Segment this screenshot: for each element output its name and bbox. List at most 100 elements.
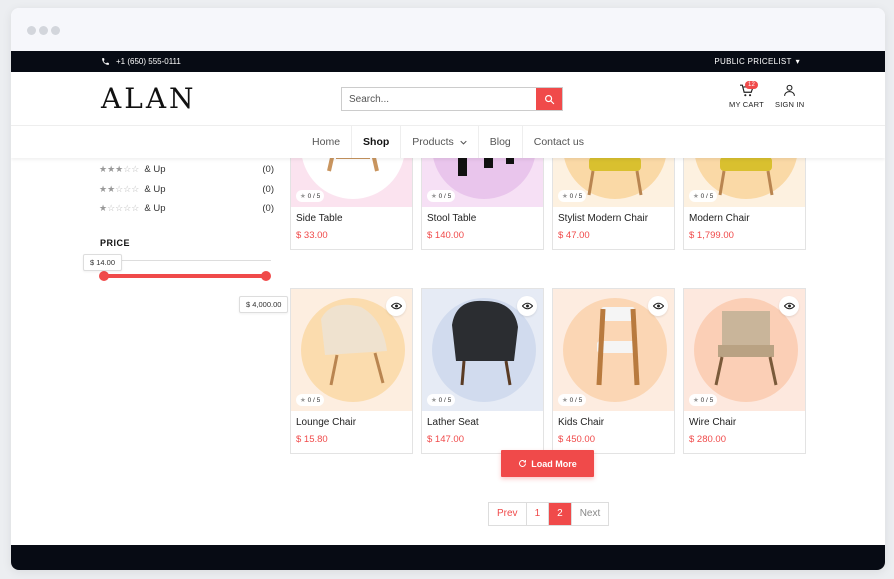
product-rating-value: 0 / 5	[569, 397, 583, 404]
star-rating-icon: ★☆☆☆☆	[99, 203, 140, 214]
site-header: ALAN 12 MY CART SIGN IN	[11, 72, 885, 126]
rating-filter-row[interactable]: ★★☆☆☆ & Up (0)	[99, 180, 274, 200]
product-rating-value: 0 / 5	[307, 193, 321, 200]
sign-in-button[interactable]: SIGN IN	[775, 84, 804, 109]
cart-button[interactable]: 12 MY CART	[729, 81, 764, 109]
product-name[interactable]: Wire Chair	[684, 411, 805, 428]
pricelist-dropdown[interactable]: PUBLIC PRICELIST ▾	[714, 57, 800, 66]
star-icon: ★	[300, 397, 308, 404]
product-rating-value: 0 / 5	[700, 397, 714, 404]
product-name[interactable]: Stool Table	[422, 207, 543, 224]
star-icon: ★	[562, 397, 570, 404]
star-icon: ★	[300, 193, 308, 200]
nav-shop[interactable]: Shop	[351, 126, 400, 158]
window-dot-icon	[51, 26, 60, 35]
star-rating-icon: ★★☆☆☆	[99, 183, 140, 194]
rating-filter: ★★★☆☆ & Up (0) ★★☆☆☆ & Up (0) ★☆☆☆☆ & Up (0)	[99, 160, 274, 219]
price-min-handle[interactable]	[99, 271, 109, 281]
top-bar: +1 (650) 555-0111 PUBLIC PRICELIST ▾	[11, 51, 885, 72]
pricelist-label: PUBLIC PRICELIST	[714, 57, 792, 66]
quick-view-button[interactable]	[386, 296, 406, 316]
product-rating-value: 0 / 5	[307, 397, 321, 404]
eye-icon	[783, 302, 795, 310]
product-image[interactable]: ★ 0 / 5	[684, 289, 805, 411]
product-rating: ★ 0 / 5	[296, 394, 325, 406]
nav-contact[interactable]: Contact us	[521, 126, 595, 158]
price-divider	[99, 260, 271, 261]
nav-home[interactable]: Home	[301, 126, 351, 158]
product-name[interactable]: Stylist Modern Chair	[553, 207, 674, 224]
pagination: Prev 1 2 Next	[488, 502, 610, 526]
product-card[interactable]: ★ 0 / 5 Wire Chair $ 280.00	[683, 288, 806, 454]
price-range-bar	[104, 274, 266, 278]
product-name[interactable]: Lather Seat	[422, 411, 543, 428]
product-price: $ 1,799.00	[689, 230, 734, 241]
product-name[interactable]: Side Table	[291, 207, 412, 224]
pager-prev[interactable]: Prev	[489, 503, 526, 525]
product-card[interactable]: ★ 0 / 5 Lounge Chair $ 15.80	[290, 288, 413, 454]
product-rating: ★ 0 / 5	[689, 394, 718, 406]
eye-icon	[652, 302, 664, 310]
phone-icon	[102, 58, 109, 65]
product-name[interactable]: Kids Chair	[553, 411, 674, 428]
rating-count: (0)	[262, 203, 274, 215]
star-rating-icon: ★★★☆☆	[99, 164, 140, 175]
product-rating: ★ 0 / 5	[296, 190, 325, 202]
search-icon	[544, 94, 554, 104]
star-icon: ★	[693, 397, 701, 404]
price-max-tooltip: $ 4,000.00	[239, 296, 289, 313]
product-rating-value: 0 / 5	[438, 397, 452, 404]
product-rating: ★ 0 / 5	[558, 190, 587, 202]
browser-frame: +1 (650) 555-0111 PUBLIC PRICELIST ▾ ALA…	[11, 8, 885, 570]
product-price: $ 280.00	[689, 434, 726, 445]
product-rating: ★ 0 / 5	[558, 394, 587, 406]
product-card[interactable]: ★ 0 / 5 Kids Chair $ 450.00	[552, 288, 675, 454]
search-input[interactable]	[342, 88, 536, 110]
phone-number: +1 (650) 555-0111	[116, 57, 181, 66]
rating-filter-row[interactable]: ★★★☆☆ & Up (0)	[99, 160, 274, 180]
chevron-down-icon	[460, 140, 467, 145]
product-name[interactable]: Lounge Chair	[291, 411, 412, 428]
star-icon: ★	[431, 397, 439, 404]
star-icon: ★	[693, 193, 701, 200]
refresh-icon	[519, 460, 527, 467]
product-image[interactable]: ★ 0 / 5	[291, 289, 412, 411]
nav-products[interactable]: Products	[400, 126, 477, 158]
cart-label: MY CART	[729, 100, 764, 109]
main-nav: Home Shop Products Blog Contact us	[11, 126, 885, 158]
pager-page-2[interactable]: 2	[548, 503, 571, 525]
star-icon: ★	[562, 193, 570, 200]
pager-next[interactable]: Next	[570, 503, 609, 525]
site-footer	[11, 545, 885, 570]
product-price: $ 47.00	[558, 230, 590, 241]
quick-view-button[interactable]	[517, 296, 537, 316]
quick-view-button[interactable]	[648, 296, 668, 316]
rating-filter-row[interactable]: ★☆☆☆☆ & Up (0)	[99, 199, 274, 219]
nav-products-label: Products	[412, 136, 454, 148]
logo[interactable]: ALAN	[101, 82, 197, 115]
product-image[interactable]: ★ 0 / 5	[422, 289, 543, 411]
load-more-button[interactable]: Load More	[501, 450, 594, 477]
price-filter-title: PRICE	[100, 238, 131, 248]
phone-link[interactable]: +1 (650) 555-0111	[101, 57, 181, 66]
star-icon: ★	[431, 193, 439, 200]
search-button[interactable]	[536, 88, 562, 110]
rating-label: & Up	[144, 164, 166, 176]
product-price: $ 15.80	[296, 434, 328, 445]
nav-blog[interactable]: Blog	[477, 126, 522, 158]
price-max-handle[interactable]	[261, 271, 271, 281]
pager-page-1[interactable]: 1	[525, 503, 549, 525]
quick-view-button[interactable]	[779, 296, 799, 316]
product-price: $ 140.00	[427, 230, 464, 241]
product-image[interactable]: ★ 0 / 5	[553, 289, 674, 411]
rating-count: (0)	[262, 183, 274, 195]
product-card[interactable]: ★ 0 / 5 Lather Seat $ 147.00	[421, 288, 544, 454]
caret-down-icon: ▾	[795, 57, 800, 66]
rating-count: (0)	[262, 164, 274, 176]
load-more-label: Load More	[531, 458, 577, 469]
rating-label: & Up	[144, 203, 166, 215]
product-price: $ 33.00	[296, 230, 328, 241]
product-name[interactable]: Modern Chair	[684, 207, 805, 224]
product-rating-value: 0 / 5	[438, 193, 452, 200]
sign-in-label: SIGN IN	[775, 100, 805, 109]
